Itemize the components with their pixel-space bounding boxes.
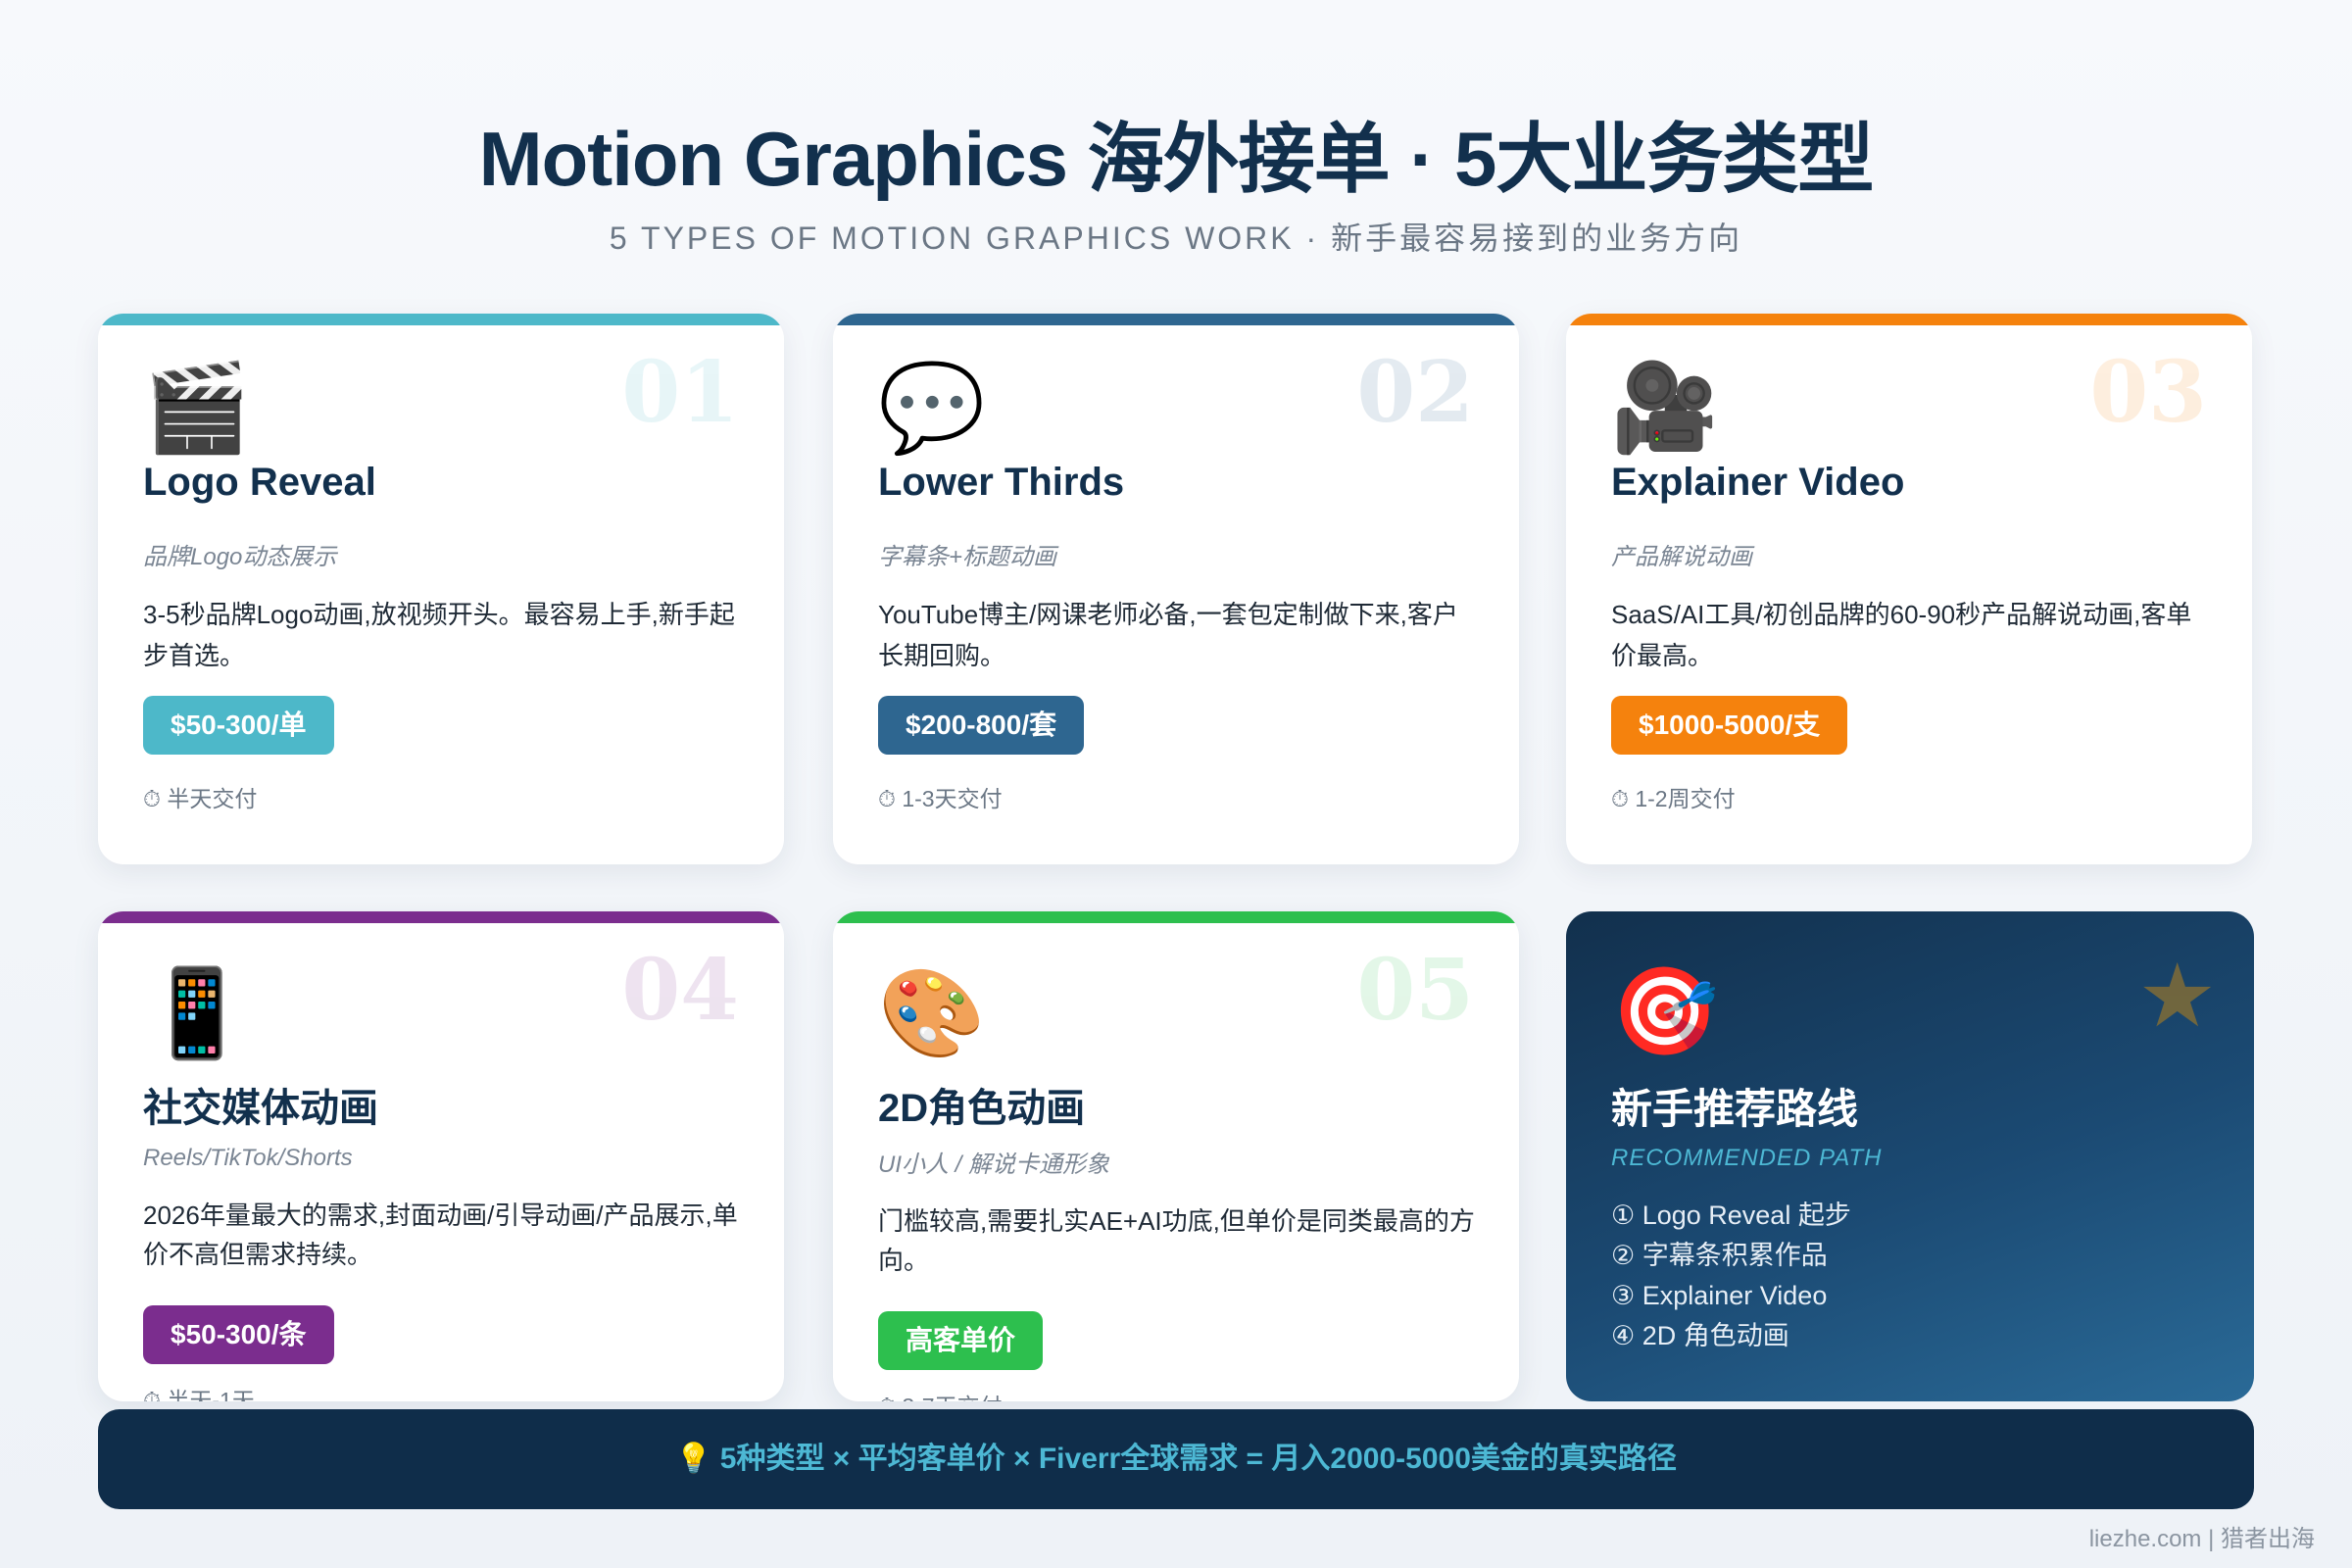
summary-banner: 💡 5种类型 × 平均客单价 × Fiverr全球需求 = 月入2000-500… xyxy=(98,1409,2254,1509)
card-accent-bar xyxy=(833,911,1519,923)
card-accent-bar xyxy=(833,314,1519,325)
clapperboard-icon: 🎬 xyxy=(143,357,251,458)
card-number: 04 xyxy=(621,941,739,1040)
speech-bubble-icon: 💬 xyxy=(878,357,986,458)
price-badge: $50-300/条 xyxy=(143,1305,334,1364)
card-description: 门槛较高,需要扎实AE+AI功底,但单价是同类最高的方向。 xyxy=(878,1206,1475,1275)
card-subtitle: 品牌Logo动态展示 xyxy=(143,544,337,570)
footer-credit: liezhe.com | 猎者出海 xyxy=(2088,1526,2315,1552)
palette-icon: 🎨 xyxy=(878,962,986,1063)
card-number: 02 xyxy=(1356,343,1474,442)
card-description: 2026年量最大的需求,封面动画/引导动画/产品展示,单价不高但需求持续。 xyxy=(143,1200,738,1269)
path-step: ③ Explainer Video xyxy=(1611,1281,1828,1310)
card-title: 社交媒体动画 xyxy=(143,1087,378,1130)
card-description: 3-5秒品牌Logo动画,放视频开头。最容易上手,新手起步首选。 xyxy=(143,600,735,670)
card-description: YouTube博主/网课老师必备,一套包定制做下来,客户长期回购。 xyxy=(878,600,1458,670)
delivery-time: ⏱ 半天交付 xyxy=(143,786,258,811)
recommended-path-subtitle: RECOMMENDED PATH xyxy=(1611,1145,1883,1171)
recommended-path-title: 新手推荐路线 xyxy=(1611,1086,1859,1132)
card-title: 2D角色动画 xyxy=(878,1087,1086,1130)
card-2d-character: 05 🎨 2D角色动画 UI小人 / 解说卡通形象 门槛较高,需要扎实AE+AI… xyxy=(833,911,1519,1401)
card-title: Lower Thirds xyxy=(878,461,1125,504)
card-accent-bar xyxy=(1566,314,2252,325)
price-badge: 高客单价 xyxy=(878,1311,1044,1370)
path-step: ② 字幕条积累作品 xyxy=(1611,1241,1828,1270)
mobile-phone-icon: 📱 xyxy=(143,962,251,1063)
price-badge: $200-800/套 xyxy=(878,696,1085,755)
card-number: 05 xyxy=(1356,941,1474,1040)
delivery-time: ⏱ 1-3天交付 xyxy=(878,786,1003,811)
recommended-path-card: ★ 🎯 新手推荐路线 RECOMMENDED PATH ① Logo Revea… xyxy=(1566,911,2254,1401)
delivery-time: ⏱ 半天-1天 xyxy=(143,1388,255,1401)
card-accent-bar xyxy=(98,314,784,325)
target-icon: 🎯 xyxy=(1611,960,1719,1061)
card-number: 01 xyxy=(621,343,739,442)
card-subtitle: 字幕条+标题动画 xyxy=(878,544,1057,570)
path-step: ① Logo Reveal 起步 xyxy=(1611,1200,1851,1230)
card-title: Explainer Video xyxy=(1611,461,1905,504)
price-badge: $1000-5000/支 xyxy=(1611,696,1848,755)
page-subtitle: 5 TYPES OF MOTION GRAPHICS WORK · 新手最容易接… xyxy=(609,220,1743,256)
card-logo-reveal: 01 🎬 Logo Reveal 品牌Logo动态展示 3-5秒品牌Logo动画… xyxy=(98,314,784,864)
card-subtitle: 产品解说动画 xyxy=(1611,544,1752,570)
card-title: Logo Reveal xyxy=(143,461,376,504)
card-number: 03 xyxy=(2089,343,2207,442)
card-description: SaaS/AI工具/初创品牌的60-90秒产品解说动画,客单价最高。 xyxy=(1611,600,2192,670)
page-title: Motion Graphics 海外接单 · 5大业务类型 xyxy=(478,116,1875,202)
card-explainer-video: 03 🎥 Explainer Video 产品解说动画 SaaS/AI工具/初创… xyxy=(1566,314,2252,864)
card-subtitle: UI小人 / 解说卡通形象 xyxy=(878,1152,1110,1178)
delivery-time: ⏱ 1-2周交付 xyxy=(1611,786,1736,811)
price-badge: $50-300/单 xyxy=(143,696,334,755)
card-subtitle: Reels/TikTok/Shorts xyxy=(143,1145,353,1171)
delivery-time: ⏱ 3-7天交付 xyxy=(878,1388,1003,1401)
card-social-media: 04 📱 社交媒体动画 Reels/TikTok/Shorts 2026年量最大… xyxy=(98,911,784,1401)
card-accent-bar xyxy=(98,911,784,923)
star-icon: ★ xyxy=(2137,945,2217,1048)
path-step: ④ 2D 角色动画 xyxy=(1611,1321,1789,1350)
path-steps: ① Logo Reveal 起步 ② 字幕条积累作品 ③ Explainer V… xyxy=(1611,1196,1851,1356)
movie-camera-icon: 🎥 xyxy=(1611,357,1719,458)
card-lower-thirds: 02 💬 Lower Thirds 字幕条+标题动画 YouTube博主/网课老… xyxy=(833,314,1519,864)
